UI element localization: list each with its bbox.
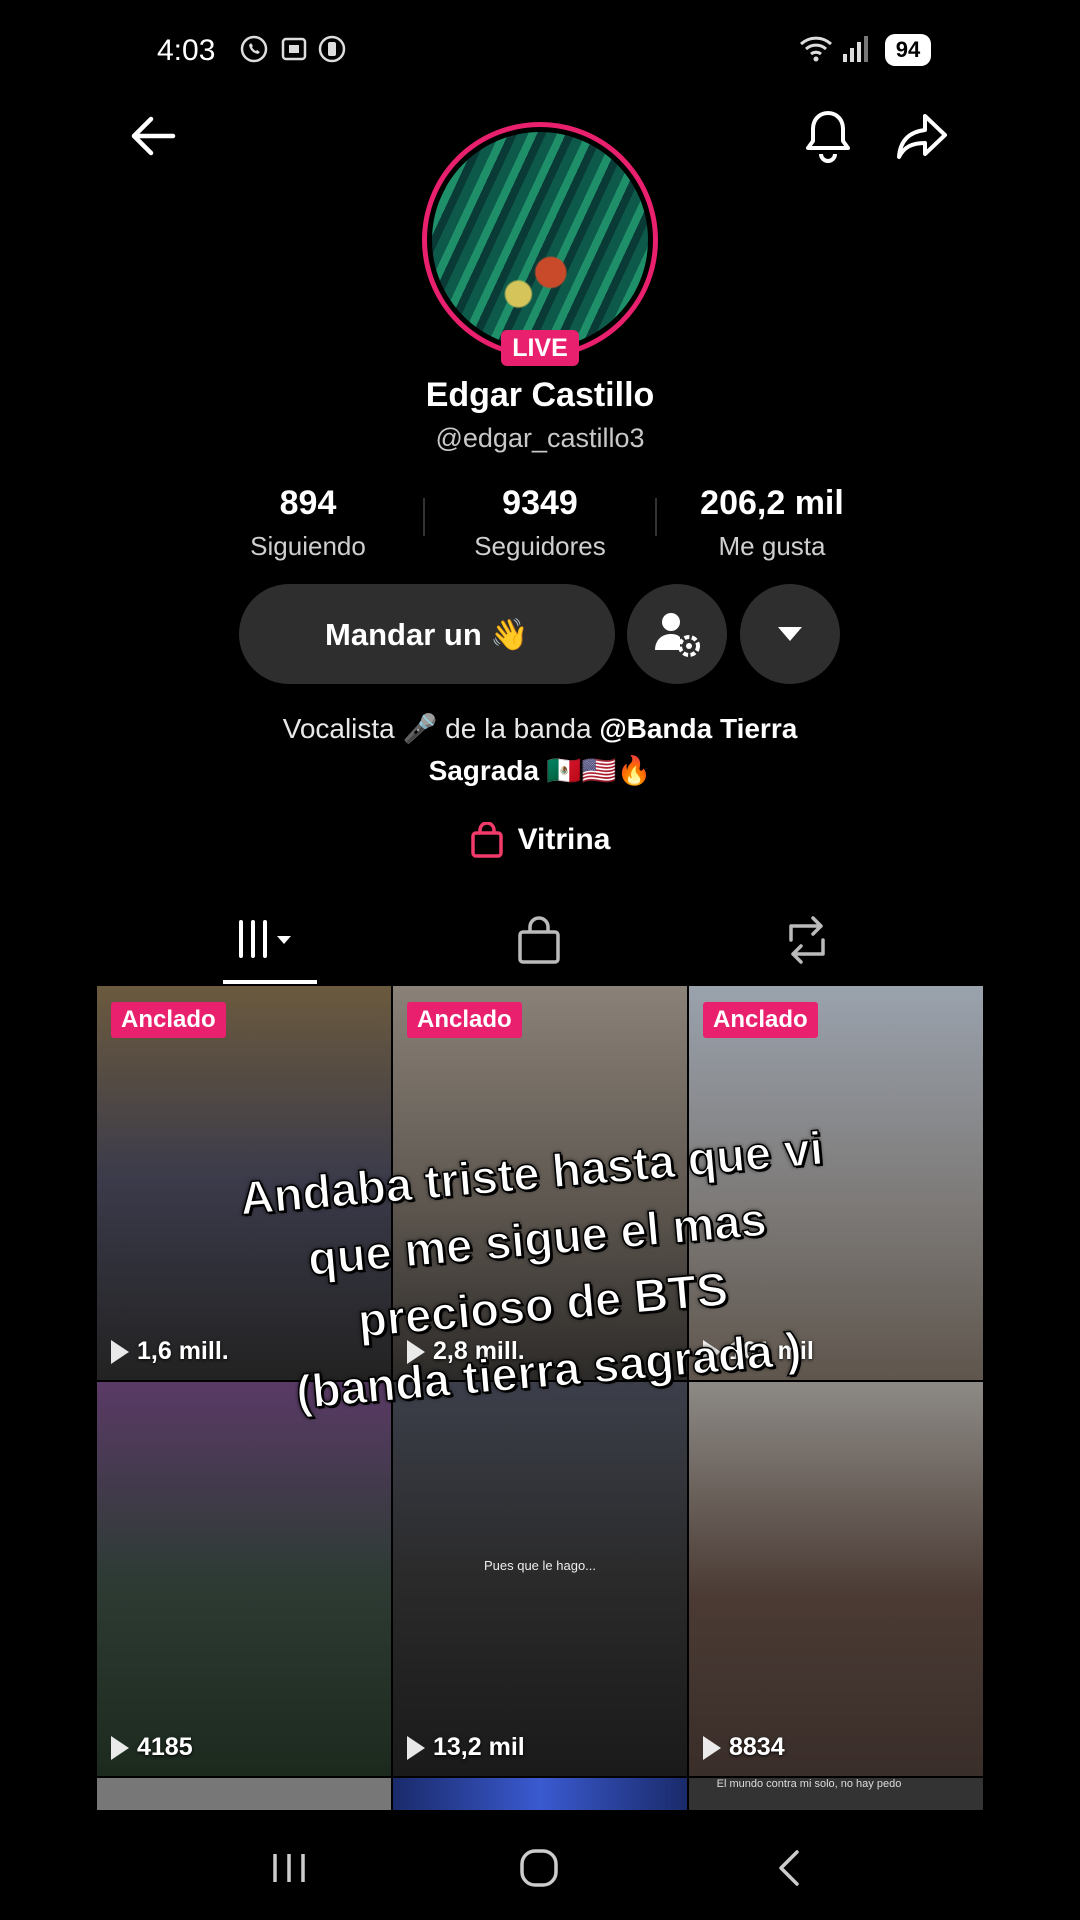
tab-reposts-icon[interactable] [777,910,837,970]
shopping-bag-icon [470,822,503,858]
pinned-badge: Anclado [407,1002,522,1038]
profile-settings-button[interactable] [627,584,727,684]
active-tab-indicator [223,980,317,984]
profile-handle: @edgar_castillo3 [435,423,645,453]
view-count-value: 4185 [137,1733,193,1761]
view-count: 13,2 mil [407,1733,525,1762]
share-icon[interactable] [895,110,949,162]
video-tile-partial[interactable]: El mundo contra mi solo, no hay pedo [689,1778,983,1810]
profile-avatar[interactable] [422,122,658,358]
pinned-badge: Anclado [703,1002,818,1038]
recorder-icon [318,35,346,63]
bell-icon[interactable] [801,108,855,164]
bio-flags: 🇲🇽🇺🇸🔥 [539,755,652,786]
video-tile[interactable]: 8834 [689,1382,983,1776]
phone-screen: 4:03 94 LIVE Edgar Castillo @edgar_casti… [97,0,983,1920]
profile-name: Edgar Castillo [425,376,655,414]
video-tile[interactable]: 4185 [97,1382,391,1776]
signal-icon [843,36,868,62]
bio-text: Vocalista 🎤 de la banda [282,713,600,744]
more-options-button[interactable] [740,584,840,684]
view-count-value: 13,2 mil [433,1733,525,1761]
partial-tile-text: El mundo contra mi solo, no hay pedo [716,1778,902,1790]
stat-followers[interactable]: 9349 Seguidores [440,484,640,562]
play-icon [407,1735,425,1760]
status-time: 4:03 [157,34,216,67]
view-count-value: 8834 [729,1733,785,1761]
pinned-badge: Anclado [111,1002,226,1038]
tab-videos-grid-icon[interactable] [235,910,307,970]
content-tabs [97,900,983,986]
play-icon [111,1735,129,1760]
video-tile-partial[interactable] [393,1778,687,1810]
stat-followers-value: 9349 [502,484,578,522]
video-overlay-text: Pues que le hago... [483,1558,597,1573]
screenshot-icon [281,37,307,61]
back-arrow-icon[interactable] [127,110,179,162]
wifi-icon [799,36,833,62]
showcase-link[interactable]: Vitrina [97,822,983,858]
stat-divider [655,498,657,536]
stat-following-label: Siguiendo [250,531,366,561]
stat-likes-value: 206,2 mil [700,484,844,522]
stat-divider [423,498,425,536]
caret-down-icon [778,627,802,641]
live-badge[interactable]: LIVE [501,330,579,366]
battery-indicator: 94 [885,34,931,66]
video-tile-partial[interactable] [97,1778,391,1810]
profile-bio: Vocalista 🎤 de la banda @Banda Tierra Sa… [97,708,983,792]
stat-following[interactable]: 894 Siguiendo [208,484,408,562]
stat-likes-label: Me gusta [718,531,826,561]
view-count: 8834 [703,1733,785,1762]
bio-mention-link-cont[interactable]: Sagrada [429,755,540,786]
bio-mention-link[interactable]: @Banda Tierra [599,713,797,744]
home-icon[interactable] [517,1846,561,1890]
system-nav-bar [97,1810,983,1920]
recent-apps-icon[interactable] [269,1850,309,1886]
back-nav-icon[interactable] [773,1848,803,1888]
stat-followers-label: Seguidores [474,531,606,561]
person-gear-icon [655,613,700,657]
video-tile[interactable]: Pues que le hago... 13,2 mil [393,1382,687,1776]
tab-shop-icon[interactable] [509,910,569,970]
send-message-button[interactable]: Mandar un 👋 [239,584,615,684]
stat-following-value: 894 [279,484,337,522]
showcase-label: Vitrina [517,823,611,856]
stat-likes[interactable]: 206,2 mil Me gusta [672,484,872,562]
play-icon [703,1735,721,1760]
avatar-image [432,132,648,348]
whatsapp-icon [240,35,268,63]
view-count: 4185 [111,1733,193,1762]
